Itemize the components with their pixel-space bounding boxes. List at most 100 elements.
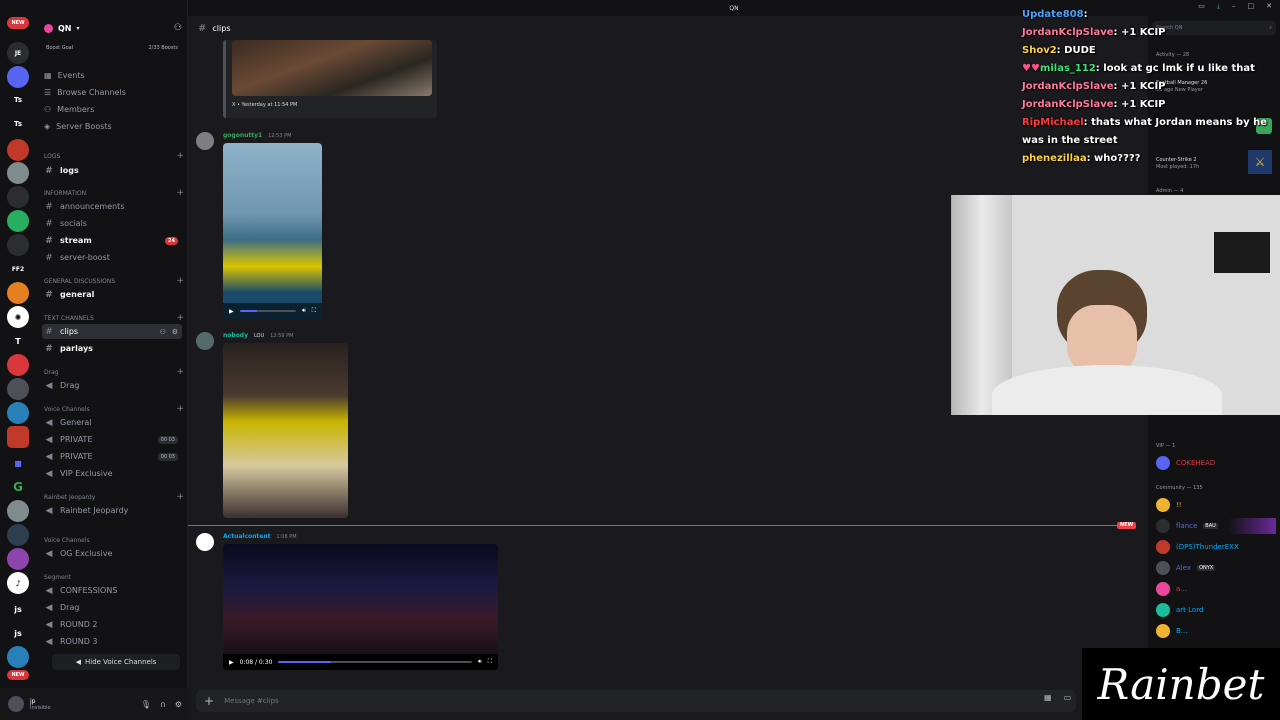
- volume-icon[interactable]: 🔊︎: [302, 307, 306, 315]
- add-channel-icon[interactable]: +: [176, 492, 184, 502]
- server-icon[interactable]: [7, 354, 29, 376]
- voice-channel-og[interactable]: ◀ OG Exclusive: [42, 546, 182, 561]
- member-item[interactable]: Alex ONYX: [1156, 560, 1276, 576]
- voice-channel-round3[interactable]: ◀ ROUND 3: [42, 634, 182, 649]
- server-icon-js[interactable]: js: [7, 598, 29, 620]
- fullscreen-icon[interactable]: ⛶: [312, 307, 316, 315]
- server-icon[interactable]: [7, 234, 29, 256]
- tiktok-icon[interactable]: ♪: [7, 572, 29, 594]
- gear-icon[interactable]: ⚙: [172, 328, 178, 336]
- play-icon[interactable]: ▶: [229, 659, 234, 666]
- server-icon[interactable]: [7, 524, 29, 546]
- nav-browse-channels[interactable]: ☰ Browse Channels: [44, 85, 184, 99]
- video-progress[interactable]: [278, 661, 473, 663]
- video-progress[interactable]: [239, 310, 297, 312]
- voice-channel-rainbet[interactable]: ◀ Rainbet Jeopardy: [42, 503, 182, 518]
- message-author[interactable]: nobody: [223, 332, 248, 339]
- message-input[interactable]: [224, 697, 1005, 705]
- voice-channel-drag[interactable]: ◀ Drag: [42, 378, 182, 393]
- voice-channel-confessions[interactable]: ◀ CONFESSIONS: [42, 583, 182, 598]
- nav-members[interactable]: ⚇ Members: [44, 102, 184, 116]
- category-drag[interactable]: Drag +: [44, 367, 184, 377]
- add-channel-icon[interactable]: +: [176, 188, 184, 198]
- gift-icon[interactable]: ▦: [1044, 693, 1052, 702]
- add-channel-icon[interactable]: +: [176, 404, 184, 414]
- voice-channel-private-2[interactable]: ◀ PRIVATE 00 03: [42, 449, 182, 464]
- voice-channel-general[interactable]: ◀ General: [42, 415, 182, 430]
- server-icon[interactable]: [7, 66, 29, 88]
- user-info[interactable]: jp Invisible: [30, 698, 51, 711]
- voice-channel-round2[interactable]: ◀ ROUND 2: [42, 617, 182, 632]
- server-icon[interactable]: [7, 186, 29, 208]
- nav-server-boosts[interactable]: ◈ Server Boosts: [44, 119, 184, 133]
- message-author[interactable]: Actualcontent: [223, 533, 270, 540]
- server-header[interactable]: QN ▾ ⚇: [36, 18, 188, 38]
- server-icon[interactable]: [7, 646, 29, 668]
- channel-announcements[interactable]: # announcements: [42, 199, 182, 214]
- avatar[interactable]: [8, 696, 24, 712]
- headphones-icon[interactable]: ∩: [160, 700, 166, 709]
- server-icon-ts-2[interactable]: Ts: [7, 113, 29, 135]
- category-logs[interactable]: LOGS +: [44, 151, 184, 161]
- avatar[interactable]: [196, 332, 214, 350]
- avatar[interactable]: [196, 533, 214, 551]
- server-icon-js-2[interactable]: js: [7, 622, 29, 644]
- channel-clips[interactable]: # clips ⚇ ⚙: [42, 324, 182, 339]
- voice-channel-seg-drag[interactable]: ◀ Drag: [42, 600, 182, 615]
- invite-icon[interactable]: ⚇: [159, 328, 165, 336]
- add-attachment-icon[interactable]: +: [204, 694, 214, 708]
- gif-icon[interactable]: ▭: [1064, 693, 1072, 702]
- video-player[interactable]: ▶ 🔊︎ ⛶: [223, 143, 322, 319]
- add-friend-icon[interactable]: ⚇: [174, 23, 182, 33]
- server-icon[interactable]: [7, 500, 29, 522]
- category-general-discussions[interactable]: GENERAL DISCUSSIONS +: [44, 276, 184, 286]
- server-icon-g[interactable]: G: [7, 476, 29, 498]
- server-icon[interactable]: [7, 548, 29, 570]
- server-icon[interactable]: [7, 402, 29, 424]
- server-icon-ts[interactable]: Ts: [7, 89, 29, 111]
- member-item[interactable]: a...: [1156, 581, 1276, 597]
- member-item[interactable]: flance BAU: [1156, 518, 1276, 534]
- add-channel-icon[interactable]: +: [176, 276, 184, 286]
- volume-icon[interactable]: 🔊︎: [478, 658, 482, 666]
- voice-channel-vip[interactable]: ◀ VIP Exclusive: [42, 466, 182, 481]
- add-channel-icon[interactable]: +: [176, 313, 184, 323]
- message-author[interactable]: gogonutty1: [223, 132, 262, 139]
- category-information[interactable]: INFORMATION +: [44, 188, 184, 198]
- avatar[interactable]: [196, 132, 214, 150]
- gear-icon[interactable]: ⚙: [175, 700, 182, 709]
- boost-goal-bar[interactable]: Boost Goal 2/33 Boosts: [42, 40, 182, 56]
- member-item[interactable]: B...: [1156, 623, 1276, 639]
- category-rainbet-jeopardy[interactable]: Rainbet Jeopardy +: [44, 492, 184, 502]
- server-icon[interactable]: [7, 426, 29, 448]
- channel-logs[interactable]: # logs: [42, 163, 182, 178]
- category-text-channels[interactable]: TEXT CHANNELS +: [44, 313, 184, 323]
- server-icon[interactable]: [7, 378, 29, 400]
- message-composer[interactable]: +: [196, 690, 1076, 712]
- openai-icon[interactable]: ✺: [7, 306, 29, 328]
- embed-image[interactable]: [232, 40, 432, 96]
- member-item[interactable]: !!: [1156, 497, 1276, 513]
- category-voice-channels[interactable]: Voice Channels +: [44, 404, 184, 414]
- channel-socials[interactable]: # socials: [42, 216, 182, 231]
- nav-events[interactable]: ▦ Events: [44, 68, 184, 82]
- server-icon[interactable]: [7, 162, 29, 184]
- member-item[interactable]: COKEHEAD: [1156, 455, 1276, 471]
- server-icon[interactable]: [7, 282, 29, 304]
- microphone-icon[interactable]: 🎙︎: [141, 700, 151, 709]
- add-channel-icon[interactable]: +: [176, 151, 184, 161]
- channel-general[interactable]: # general: [42, 287, 182, 302]
- server-icon[interactable]: [7, 210, 29, 232]
- category-segment[interactable]: Segment: [44, 572, 184, 582]
- channel-parlays[interactable]: # parlays: [42, 341, 182, 356]
- channel-server-boost[interactable]: # server-boost: [42, 250, 182, 265]
- server-icon-ff2[interactable]: FF2: [7, 258, 29, 280]
- folder-icon[interactable]: ■: [7, 452, 29, 474]
- fullscreen-icon[interactable]: ⛶: [488, 658, 492, 666]
- video-player[interactable]: ▶ 0:08 / 0:30 🔊︎ ⛶: [223, 544, 498, 670]
- add-channel-icon[interactable]: +: [176, 367, 184, 377]
- video-thumbnail[interactable]: [223, 343, 348, 518]
- voice-channel-private[interactable]: ◀ PRIVATE 00 03: [42, 432, 182, 447]
- category-voice-channels-2[interactable]: Voice Channels: [44, 535, 184, 545]
- channel-stream[interactable]: # stream 24: [42, 233, 182, 248]
